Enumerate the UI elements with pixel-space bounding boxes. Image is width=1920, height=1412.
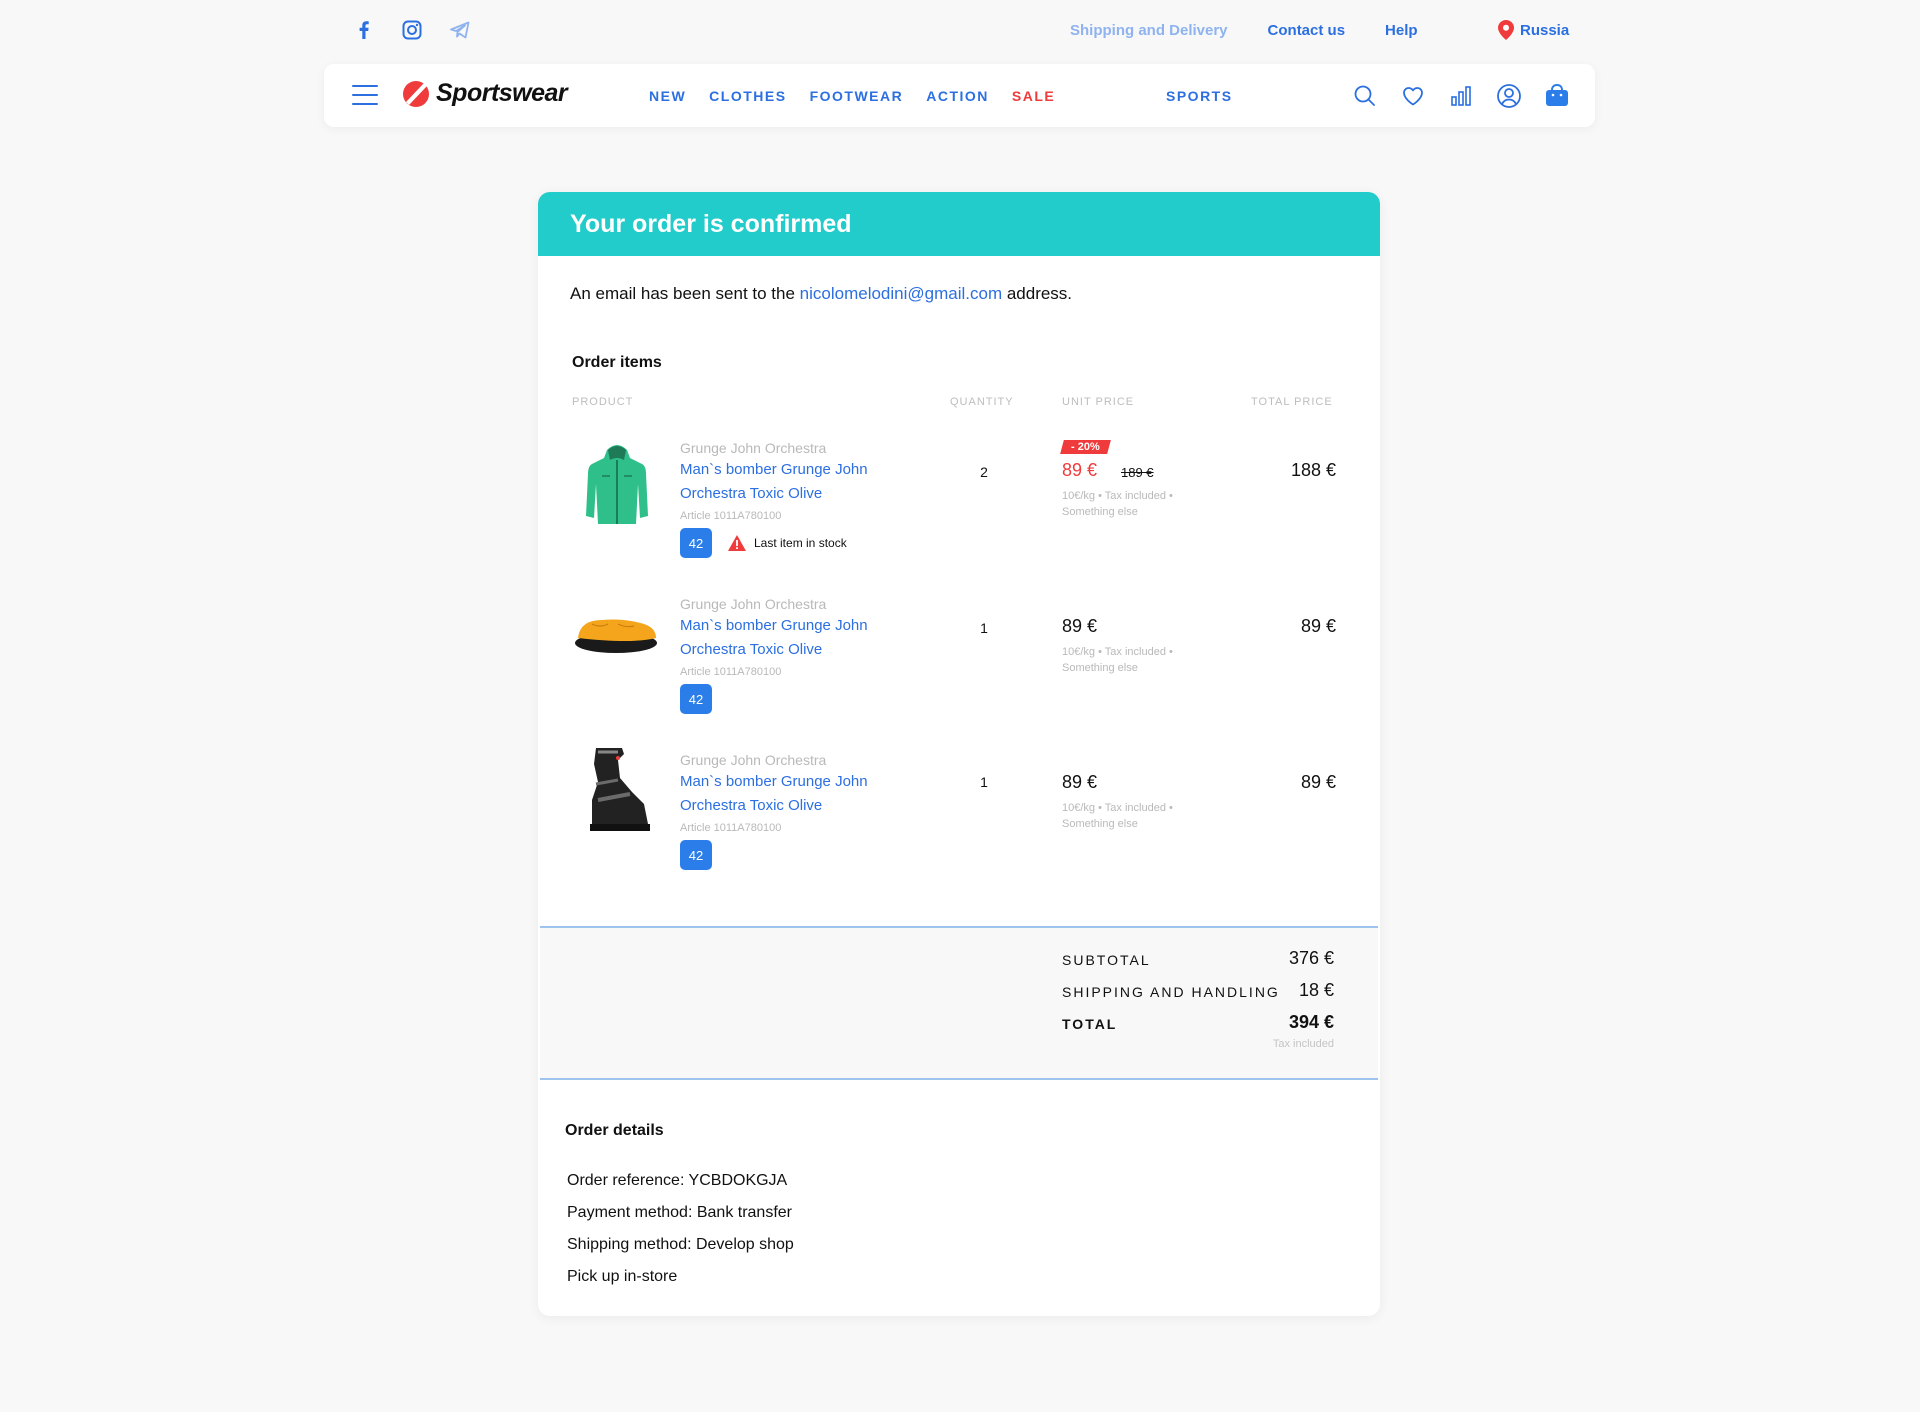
total-label: TOTAL	[1062, 1016, 1118, 1032]
user-icon[interactable]	[1495, 82, 1523, 110]
logo[interactable]: Sportswear	[402, 79, 568, 108]
product-name-link[interactable]: Man`s bomber Grunge John Orchestra Toxic…	[680, 458, 900, 506]
order-confirmation-card: Your order is confirmed An email has bee…	[538, 192, 1380, 1316]
subtotal-value: 376 €	[1288, 948, 1334, 968]
product-brand: Grunge John Orchestra	[680, 596, 827, 612]
nav-item-sports[interactable]: SPORTS	[1166, 88, 1233, 104]
column-header-unit-price: UNIT PRICE	[1062, 396, 1135, 408]
order-items-title: Order items	[572, 354, 662, 371]
product-name-link[interactable]: Man`s bomber Grunge John Orchestra Toxic…	[680, 770, 900, 818]
total-price: 188 €	[1290, 460, 1336, 480]
help-link[interactable]: Help	[1385, 22, 1418, 39]
product-brand: Grunge John Orchestra	[680, 440, 827, 456]
instagram-icon[interactable]	[400, 18, 424, 42]
pickup-option: Pick up in-store	[567, 1268, 678, 1285]
discount-badge: - 20%	[1060, 440, 1111, 454]
nav-item-action[interactable]: ACTION	[926, 88, 989, 104]
search-icon[interactable]	[1351, 82, 1379, 110]
page-title: Your order is confirmed	[570, 209, 852, 238]
email-address-link[interactable]: nicolomelodini@gmail.com	[800, 284, 1002, 303]
email-notice-prefix: An email has been sent to the	[570, 284, 800, 303]
warning-icon	[728, 535, 746, 551]
size-badge[interactable]: 42	[680, 684, 712, 714]
yellow-slipper-image[interactable]	[572, 588, 662, 688]
old-price: 189 €	[1121, 465, 1154, 480]
bag-icon[interactable]	[1543, 82, 1571, 110]
tax-note: Tax included	[1272, 1038, 1334, 1050]
confirmation-header: Your order is confirmed	[538, 192, 1380, 256]
nav-item-clothes[interactable]: CLOTHES	[709, 88, 786, 104]
table-row: Grunge John Orchestra Man`s bomber Grung…	[538, 588, 1380, 738]
contact-us-link[interactable]: Contact us	[1268, 22, 1346, 39]
heart-icon[interactable]	[1399, 82, 1427, 110]
menu-icon[interactable]	[352, 85, 378, 105]
column-header-product: PRODUCT	[572, 396, 634, 408]
product-article: Article 1011A780100	[680, 666, 782, 678]
facebook-icon[interactable]	[352, 18, 376, 42]
nav-item-new[interactable]: NEW	[649, 88, 686, 104]
summary-bottom-divider	[540, 1078, 1378, 1080]
telegram-icon[interactable]	[448, 18, 472, 42]
email-notice-suffix: address.	[1002, 284, 1073, 303]
unit-price-note: 10€/kg • Tax included • Something else	[1062, 646, 1173, 674]
green-jacket-image[interactable]	[572, 436, 662, 536]
chart-icon[interactable]	[1447, 82, 1475, 110]
order-summary: SUBTOTAL 376 € SHIPPING AND HANDLING 18 …	[540, 928, 1378, 1080]
stock-warning: Last item in stock	[728, 535, 847, 551]
payment-method: Payment method: Bank transfer	[567, 1204, 792, 1221]
social-links	[352, 18, 472, 42]
shipping-label: SHIPPING AND HANDLING	[1062, 984, 1280, 1000]
unit-price: 89 €	[1062, 460, 1098, 480]
ski-boot-image[interactable]	[572, 744, 662, 844]
product-article: Article 1011A780100	[680, 510, 782, 522]
column-header-total-price: TOTAL PRICE	[1251, 396, 1333, 408]
total-price: 89 €	[1300, 772, 1336, 792]
logo-text: Sportswear	[436, 79, 568, 107]
subtotal-label: SUBTOTAL	[1062, 952, 1151, 968]
nav-item-footwear[interactable]: FOOTWEAR	[810, 88, 904, 104]
unit-price: 89 €	[1062, 772, 1098, 792]
main-navbar: Sportswear NEW CLOTHES FOOTWEAR ACTION S…	[324, 64, 1595, 127]
unit-price: 89 €	[1062, 616, 1098, 636]
email-notice: An email has been sent to the nicolomelo…	[570, 284, 1072, 304]
unit-price-note: 10€/kg • Tax included • Something else	[1062, 490, 1173, 518]
logo-mark-icon	[403, 80, 429, 107]
shipping-method: Shipping method: Develop shop	[567, 1236, 794, 1253]
table-row: Grunge John Orchestra Man`s bomber Grung…	[538, 432, 1380, 582]
nav-icons	[1351, 82, 1571, 110]
shipping-value: 18 €	[1298, 980, 1334, 1000]
order-details-title: Order details	[565, 1122, 664, 1139]
location-pin-icon	[1498, 20, 1514, 40]
discount-label: - 20%	[1071, 441, 1100, 453]
table-row: Grunge John Orchestra Man`s bomber Grung…	[538, 744, 1380, 894]
top-bar: Shipping and Delivery Contact us Help Ru…	[0, 0, 1920, 64]
size-badge[interactable]: 42	[680, 528, 712, 558]
size-badge[interactable]: 42	[680, 840, 712, 870]
unit-price-note: 10€/kg • Tax included • Something else	[1062, 802, 1173, 830]
column-header-quantity: QUANTITY	[950, 396, 1014, 408]
top-links: Shipping and Delivery Contact us Help	[1070, 22, 1418, 39]
total-price: 89 €	[1300, 616, 1336, 636]
nav-links: NEW CLOTHES FOOTWEAR ACTION SALE	[649, 88, 1078, 104]
quantity-value: 1	[980, 620, 988, 636]
product-name-link[interactable]: Man`s bomber Grunge John Orchestra Toxic…	[680, 614, 900, 662]
region-label: Russia	[1520, 21, 1570, 39]
order-reference: Order reference: YCBDOKGJA	[567, 1172, 788, 1189]
nav-item-sale[interactable]: SALE	[1012, 88, 1055, 104]
product-article: Article 1011A780100	[680, 822, 782, 834]
stock-warning-text: Last item in stock	[754, 536, 847, 550]
product-brand: Grunge John Orchestra	[680, 752, 827, 768]
region-selector[interactable]: Russia	[1498, 20, 1569, 40]
quantity-value: 1	[980, 774, 988, 790]
quantity-value: 2	[980, 464, 988, 480]
total-value: 394 €	[1288, 1012, 1334, 1032]
shipping-delivery-link[interactable]: Shipping and Delivery	[1070, 22, 1228, 39]
